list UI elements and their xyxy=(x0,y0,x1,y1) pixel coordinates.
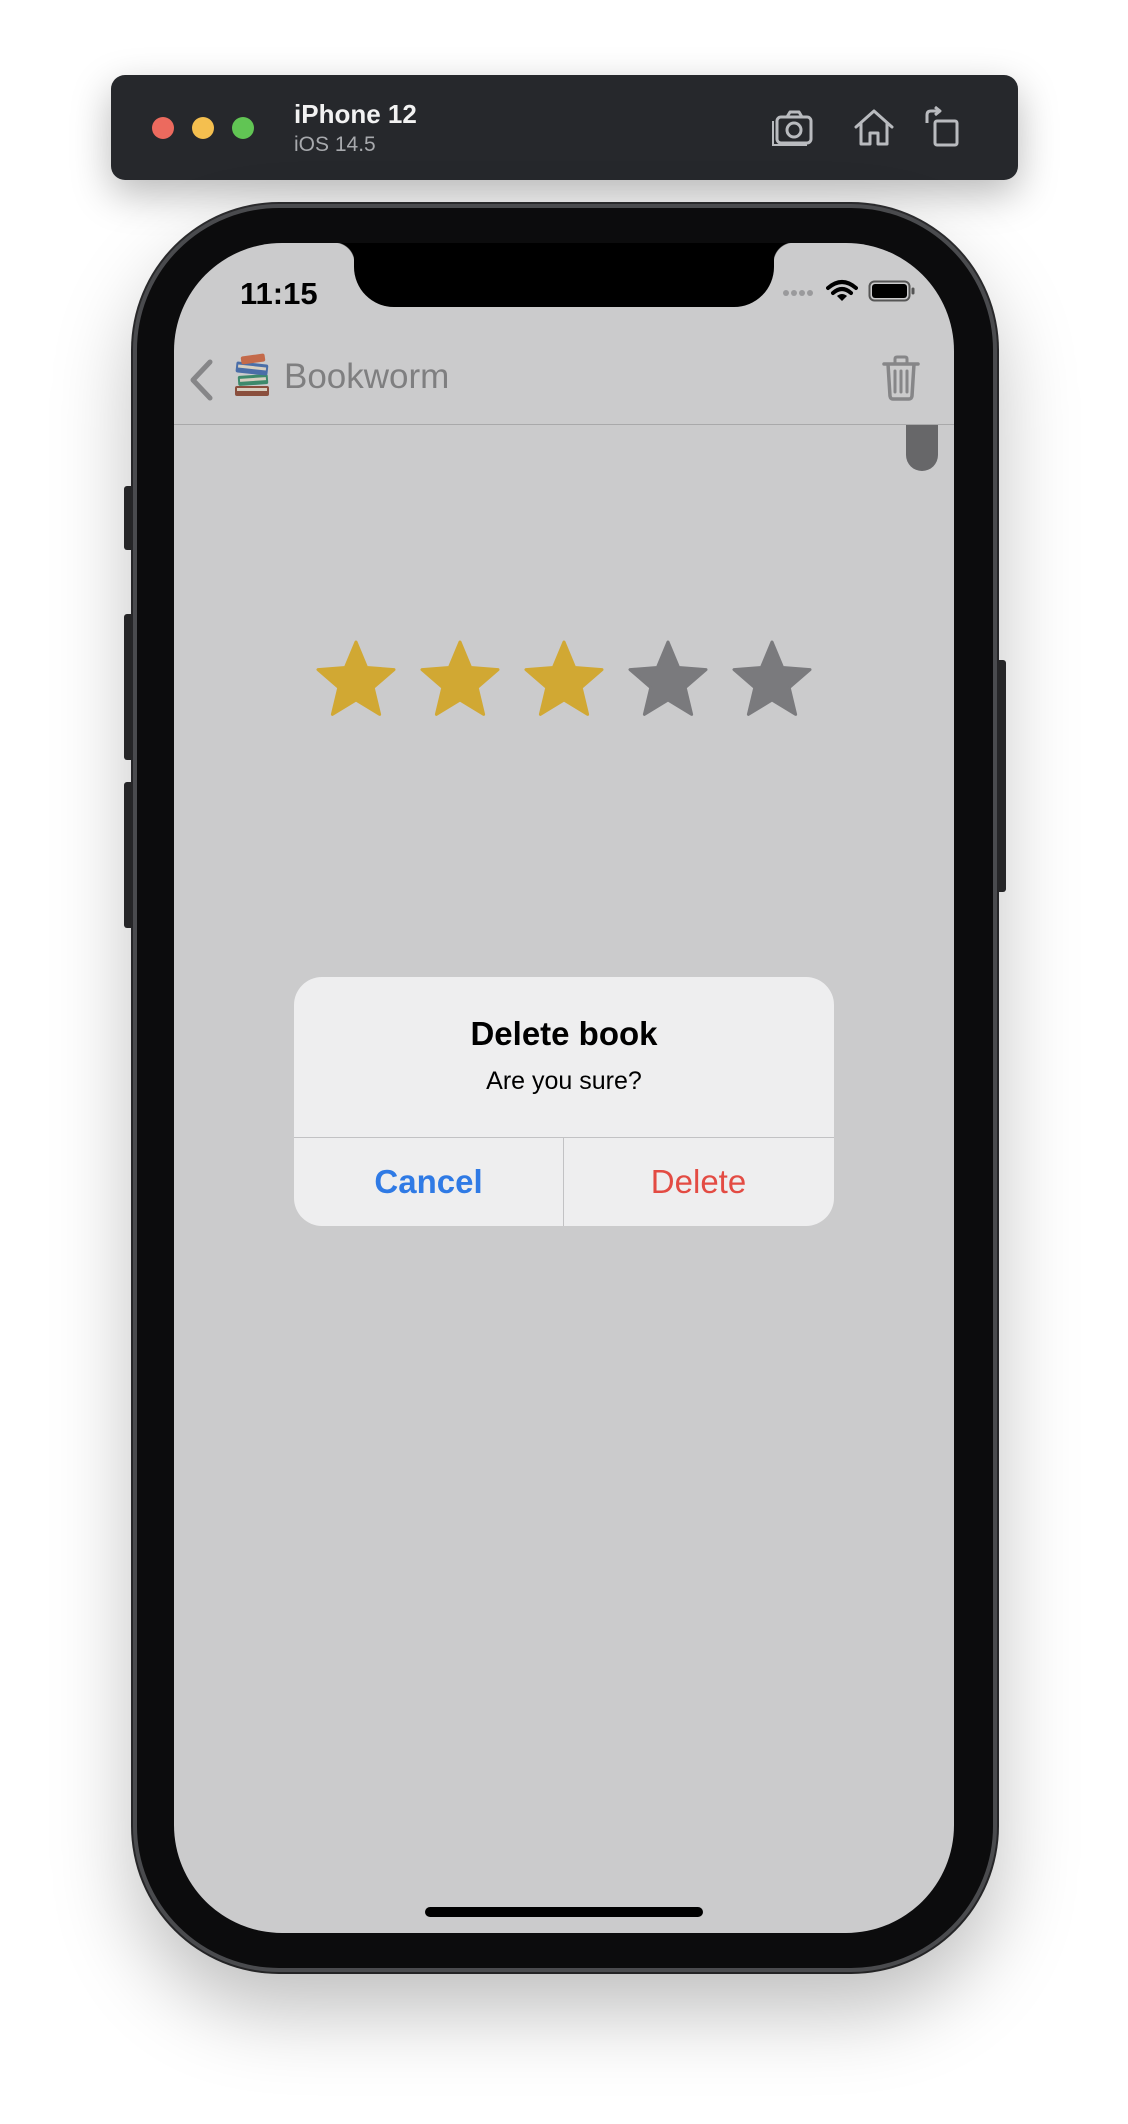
battery-icon xyxy=(868,279,916,308)
status-time: 11:15 xyxy=(240,276,318,311)
zoom-window-button[interactable] xyxy=(232,117,254,139)
star-icon[interactable] xyxy=(522,638,606,722)
notch xyxy=(334,243,794,307)
device-os-version: iOS 14.5 xyxy=(294,133,376,156)
star-icon[interactable] xyxy=(314,638,398,722)
wifi-icon xyxy=(826,279,858,308)
simulator-toolbar: iPhone 12 iOS 14.5 xyxy=(111,75,1018,180)
books-emoji-icon xyxy=(232,353,272,399)
screenshot-icon[interactable] xyxy=(771,105,817,149)
alert-message: Are you sure? xyxy=(486,1067,642,1095)
delete-button[interactable]: Delete xyxy=(564,1138,833,1226)
status-icons xyxy=(782,279,916,307)
navigation-bar: Bookworm xyxy=(174,333,954,425)
home-icon[interactable] xyxy=(851,105,897,149)
close-window-button[interactable] xyxy=(152,117,174,139)
signal-icon xyxy=(782,284,816,302)
cancel-button[interactable]: Cancel xyxy=(294,1138,563,1226)
device-name: iPhone 12 xyxy=(294,99,417,129)
power-button xyxy=(996,660,1006,892)
phone-screen: 11:15 Bookworm Delete book Are you sure?… xyxy=(174,243,954,1933)
trash-icon[interactable] xyxy=(882,355,920,406)
alert-title: Delete book xyxy=(470,1015,658,1052)
delete-alert-dialog: Delete book Are you sure? Cancel Delete xyxy=(294,977,834,1226)
star-icon[interactable] xyxy=(730,638,814,722)
back-chevron-icon[interactable] xyxy=(188,359,214,406)
scroll-indicator[interactable] xyxy=(906,425,938,471)
star-rating[interactable] xyxy=(314,638,834,728)
star-icon[interactable] xyxy=(418,638,502,722)
rotate-icon[interactable] xyxy=(921,105,967,149)
minimize-window-button[interactable] xyxy=(192,117,214,139)
star-icon[interactable] xyxy=(626,638,710,722)
home-indicator[interactable] xyxy=(425,1907,703,1917)
nav-title: Bookworm xyxy=(284,357,450,396)
